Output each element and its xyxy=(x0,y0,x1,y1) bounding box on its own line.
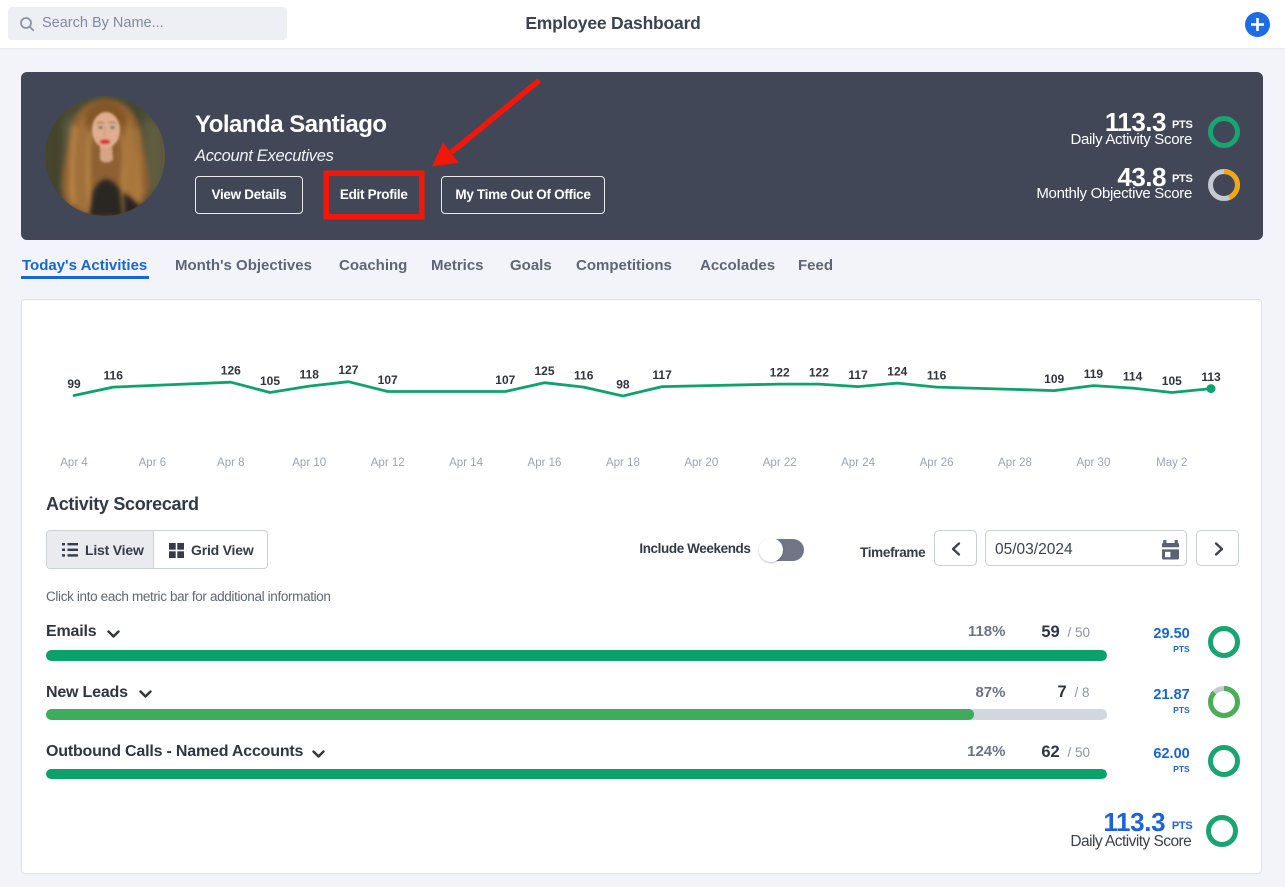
svg-text:Apr 18: Apr 18 xyxy=(606,457,640,469)
svg-text:119: 119 xyxy=(1084,367,1104,381)
svg-text:114: 114 xyxy=(1123,370,1143,384)
svg-text:118: 118 xyxy=(300,368,320,382)
svg-text:Apr 14: Apr 14 xyxy=(449,457,483,469)
svg-text:126: 126 xyxy=(221,364,241,378)
svg-text:107: 107 xyxy=(495,373,515,387)
svg-text:Apr 8: Apr 8 xyxy=(217,457,245,469)
svg-text:Apr 12: Apr 12 xyxy=(371,457,405,469)
svg-text:122: 122 xyxy=(809,366,829,380)
svg-text:113: 113 xyxy=(1201,370,1221,384)
svg-text:Apr 20: Apr 20 xyxy=(684,457,718,469)
svg-text:116: 116 xyxy=(927,369,947,383)
svg-text:116: 116 xyxy=(574,369,594,383)
svg-text:Apr 4: Apr 4 xyxy=(60,457,88,469)
svg-text:116: 116 xyxy=(104,369,124,383)
svg-text:127: 127 xyxy=(338,363,358,377)
svg-text:Apr 16: Apr 16 xyxy=(528,457,562,469)
svg-text:98: 98 xyxy=(616,378,630,392)
svg-text:Apr 10: Apr 10 xyxy=(292,457,326,469)
svg-text:107: 107 xyxy=(378,373,398,387)
svg-text:117: 117 xyxy=(652,368,672,382)
svg-text:124: 124 xyxy=(887,365,907,379)
svg-text:Apr 22: Apr 22 xyxy=(763,457,797,469)
svg-text:Apr 26: Apr 26 xyxy=(920,457,954,469)
svg-text:Apr 6: Apr 6 xyxy=(139,457,167,469)
svg-text:Apr 28: Apr 28 xyxy=(998,457,1032,469)
svg-text:125: 125 xyxy=(534,364,554,378)
svg-text:Apr 30: Apr 30 xyxy=(1076,457,1110,469)
svg-text:99: 99 xyxy=(67,377,81,391)
svg-text:105: 105 xyxy=(260,374,280,388)
svg-text:Apr 24: Apr 24 xyxy=(841,457,875,469)
svg-text:117: 117 xyxy=(848,368,868,382)
svg-text:105: 105 xyxy=(1162,374,1182,388)
svg-text:109: 109 xyxy=(1044,372,1064,386)
svg-text:May 2: May 2 xyxy=(1156,457,1187,469)
svg-text:122: 122 xyxy=(770,366,790,380)
